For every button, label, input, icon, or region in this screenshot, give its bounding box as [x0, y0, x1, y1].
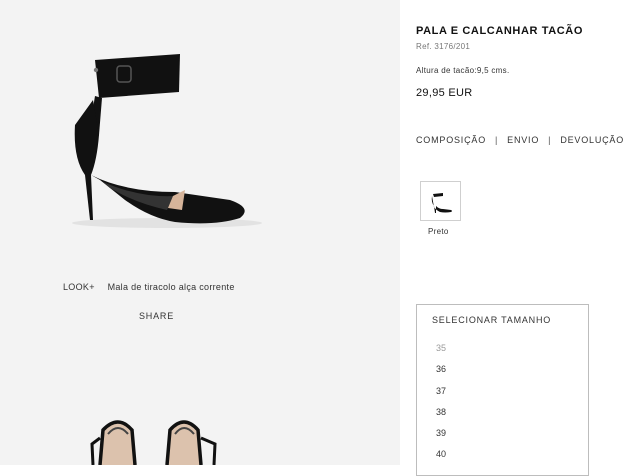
look-plus-row: LOOK+ Mala de tiracolo alça corrente [63, 282, 235, 292]
heel-height-text: Altura de tacão:9,5 cms. [416, 66, 510, 75]
product-price: 29,95 EUR [416, 87, 473, 99]
size-option-35[interactable]: 35 [436, 343, 446, 364]
size-list: 35 36 37 38 39 40 [436, 343, 446, 471]
color-swatch-preto[interactable] [420, 181, 461, 221]
size-option-36[interactable]: 36 [436, 364, 446, 385]
look-plus-label: LOOK+ [63, 282, 95, 292]
size-option-37[interactable]: 37 [436, 386, 446, 407]
product-secondary-image[interactable] [80, 400, 240, 465]
size-selector-title: SELECIONAR TAMANHO [432, 315, 552, 325]
product-image-panel: LOOK+ Mala de tiracolo alça corrente SHA… [0, 0, 400, 465]
size-option-39[interactable]: 39 [436, 428, 446, 449]
size-option-40[interactable]: 40 [436, 449, 446, 470]
share-button[interactable]: SHARE [139, 311, 174, 321]
info-separator: | [548, 135, 552, 145]
size-option-38[interactable]: 38 [436, 407, 446, 428]
info-separator: | [495, 135, 499, 145]
product-reference: Ref. 3176/201 [416, 42, 471, 51]
composition-link[interactable]: COMPOSIÇÃO [416, 135, 486, 145]
product-main-image[interactable] [55, 40, 265, 240]
shipping-link[interactable]: ENVIO [507, 135, 539, 145]
look-item-link[interactable]: Mala de tiracolo alça corrente [108, 282, 235, 292]
color-label: Preto [428, 227, 449, 236]
info-links-row: COMPOSIÇÃO | ENVIO | DEVOLUÇÃO [416, 135, 624, 145]
returns-link[interactable]: DEVOLUÇÃO [560, 135, 624, 145]
size-selector: SELECIONAR TAMANHO 35 36 37 38 39 40 [416, 304, 589, 476]
shoe-thumbnail-icon [431, 193, 452, 213]
product-title: PALA E CALCANHAR TACÃO [416, 25, 583, 37]
product-details-panel: PALA E CALCANHAR TACÃO Ref. 3176/201 Alt… [400, 0, 640, 476]
